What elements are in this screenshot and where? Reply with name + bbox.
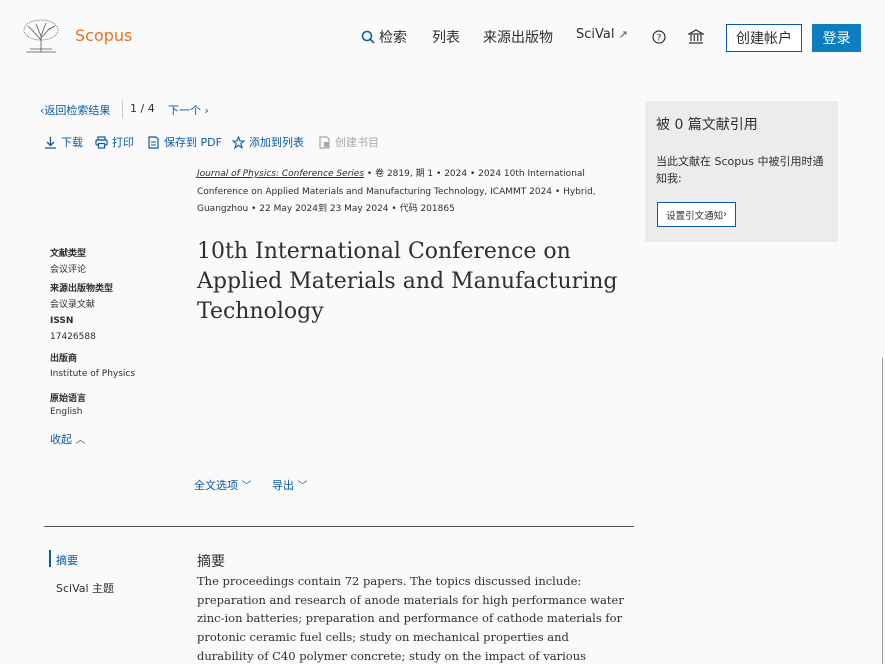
meta-value: English: [50, 407, 83, 417]
bibliography-icon: [319, 135, 330, 149]
search-icon: [361, 30, 375, 44]
abstract-text: The proceedings contain 72 papers. The t…: [197, 574, 624, 663]
journal-link[interactable]: Journal of Physics: Conference Series: [197, 169, 364, 179]
collapse-button[interactable]: 收起 ︿: [50, 431, 86, 447]
download-button[interactable]: 下载: [44, 134, 83, 150]
toc-item-scival-topics[interactable]: SciVal 主题: [56, 580, 114, 596]
meta-document-type: 文献类型 会议评论: [50, 246, 180, 275]
nav-scival-label: SciVal: [576, 27, 615, 42]
create-account-button[interactable]: 创建帐户: [726, 24, 802, 52]
set-citation-alert-button[interactable]: 设置引文通知 ›: [657, 202, 736, 227]
institution-icon[interactable]: [688, 29, 704, 45]
print-icon: [95, 135, 108, 149]
section-divider: [44, 526, 634, 527]
print-label: 打印: [112, 136, 134, 149]
cited-by-count: 被 0 篇文献引用: [656, 117, 758, 133]
download-label: 下载: [61, 136, 83, 149]
toc-item-abstract[interactable]: 摘要: [56, 552, 78, 568]
save-pdf-button[interactable]: 保存到 PDF: [147, 134, 222, 150]
chevron-right-icon: ›: [723, 209, 727, 220]
meta-label: 原始语言: [50, 394, 87, 404]
scrollbar-track[interactable]: [882, 358, 883, 664]
nav-search[interactable]: 检索: [361, 27, 407, 47]
pdf-icon: [148, 135, 159, 149]
full-text-options-dropdown[interactable]: 全文选项 ﹀: [194, 477, 252, 493]
svg-text:?: ?: [657, 33, 662, 43]
chevron-right-icon: ›: [201, 104, 209, 117]
help-icon[interactable]: ?: [652, 30, 666, 44]
volume-issue: 卷 2819, 期 1: [375, 169, 434, 179]
meta-source-type: 来源出版物类型 会议录文献: [50, 281, 180, 310]
pager-divider: [122, 100, 123, 118]
scopus-logo-text[interactable]: Scopus: [75, 26, 132, 45]
create-bibliography-label: 创建书目: [335, 136, 379, 149]
nav-sources[interactable]: 来源出版物: [483, 27, 553, 47]
export-label: 导出: [272, 479, 294, 492]
meta-value: Institute of Physics: [50, 369, 136, 379]
chevron-down-icon: ﹀: [241, 481, 252, 492]
conference-dates: 22 May 2024到 23 May 2024: [259, 204, 389, 214]
citation-alert-description: 当此文献在 Scopus 中被引用时通知我:: [656, 155, 824, 185]
next-result-link[interactable]: 下一个 ›: [168, 102, 209, 118]
bullet-separator: •: [554, 186, 564, 197]
toc-active-indicator: [49, 550, 51, 567]
back-to-results-label: 返回检索结果: [44, 104, 111, 117]
elsevier-tree-logo[interactable]: [20, 18, 62, 54]
print-button[interactable]: 打印: [95, 134, 134, 150]
conference-code: 代码 201865: [399, 204, 455, 214]
next-result-label: 下一个: [168, 104, 201, 117]
meta-label: 出版商: [50, 354, 78, 364]
nav-scival[interactable]: SciVal ↗: [576, 27, 628, 42]
nav-search-label: 检索: [379, 30, 407, 46]
star-icon: [232, 135, 245, 149]
meta-label: 来源出版物类型: [50, 284, 114, 294]
bullet-separator: •: [436, 169, 445, 179]
meta-label: 文献类型: [50, 249, 87, 259]
meta-label: ISSN: [50, 316, 74, 326]
pager-count: 1 / 4: [130, 102, 155, 115]
meta-language: 原始语言 English: [50, 391, 180, 417]
add-to-list-button[interactable]: 添加到列表: [232, 134, 304, 150]
meta-value: 17426588: [50, 332, 96, 342]
nav-list[interactable]: 列表: [432, 27, 460, 47]
document-title: 10th International Conference on Applied…: [197, 239, 618, 324]
chevron-down-icon: ﹀: [297, 481, 308, 492]
save-pdf-label: 保存到 PDF: [164, 136, 222, 149]
bullet-separator: •: [469, 169, 479, 179]
create-bibliography-button[interactable]: 创建书目: [318, 134, 379, 150]
bullet-separator: •: [366, 169, 376, 179]
bullet-separator: •: [391, 204, 400, 214]
full-text-options-label: 全文选项: [194, 479, 238, 492]
back-to-results-link[interactable]: ‹返回检索结果: [40, 102, 110, 118]
meta-value: 会议评论: [50, 265, 87, 275]
meta-issn: ISSN 17426588: [50, 316, 180, 342]
set-citation-alert-label: 设置引文通知: [666, 210, 724, 222]
login-button[interactable]: 登录: [812, 24, 861, 52]
year: 2024: [444, 169, 468, 179]
download-icon: [45, 136, 56, 149]
export-dropdown[interactable]: 导出 ﹀: [272, 477, 308, 493]
chevron-up-icon: ︿: [75, 435, 86, 446]
meta-publisher: 出版商 Institute of Physics: [50, 351, 180, 379]
collapse-label: 收起: [50, 433, 72, 446]
abstract-heading: 摘要: [197, 554, 225, 570]
external-link-icon: ↗: [618, 28, 628, 41]
meta-value: 会议录文献: [50, 300, 96, 310]
add-to-list-label: 添加到列表: [249, 136, 304, 149]
source-info: Journal of Physics: Conference Series • …: [197, 166, 627, 219]
